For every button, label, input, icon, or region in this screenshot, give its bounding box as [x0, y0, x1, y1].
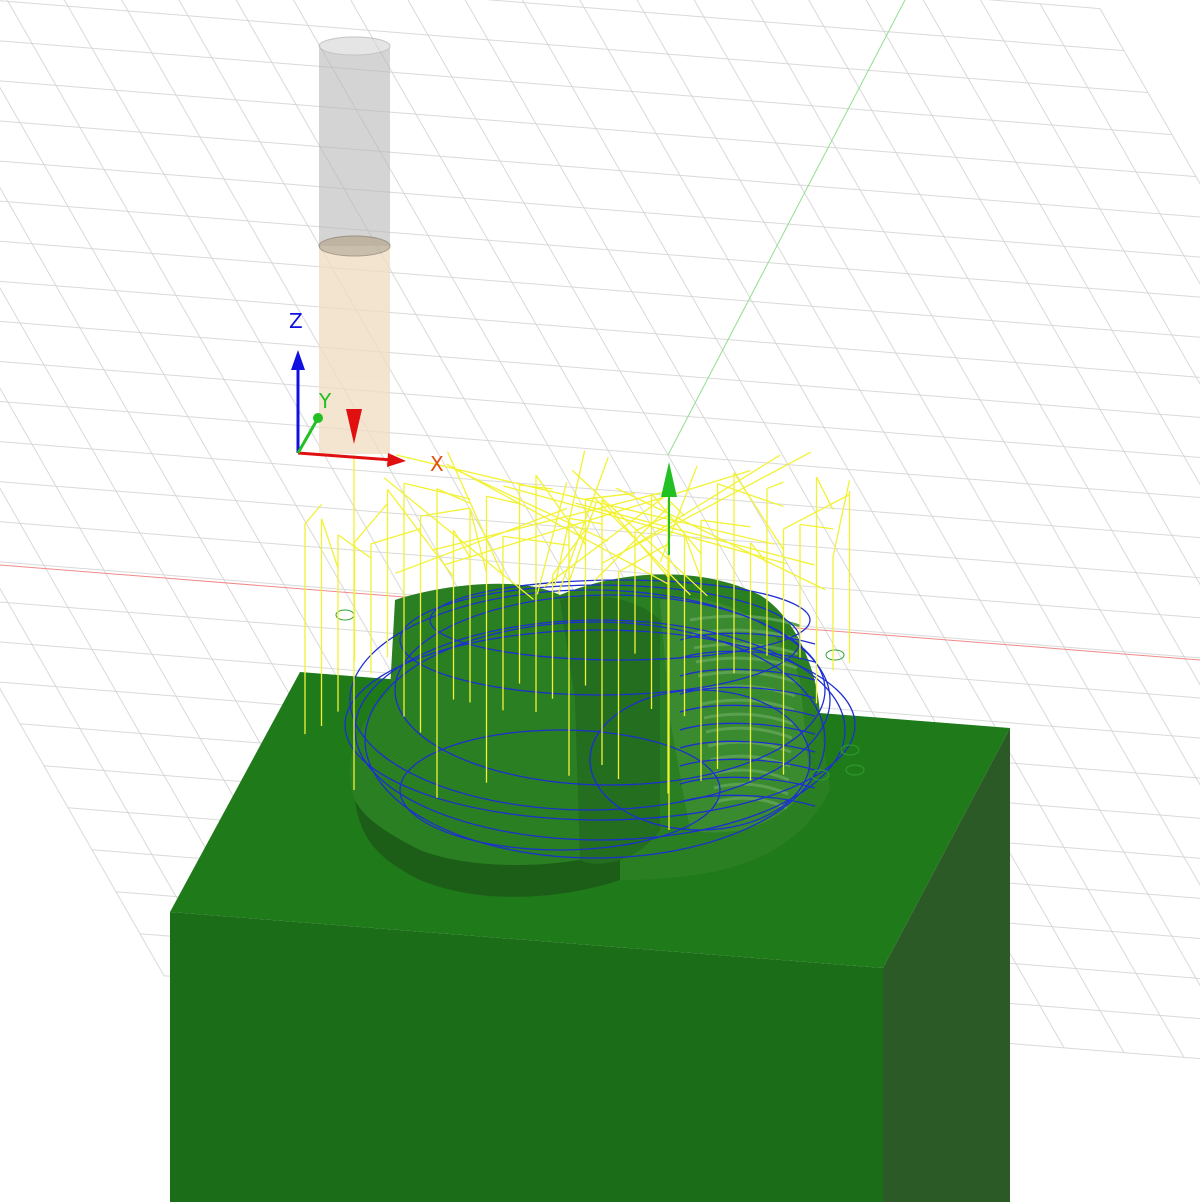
triad-z-label: Z	[289, 309, 303, 333]
triad-y-label: Y	[318, 389, 332, 413]
triad-x-label: X	[430, 452, 444, 476]
cam-3d-viewport[interactable]: Z Y X	[0, 0, 1200, 1202]
triad-y-arrow-icon	[313, 413, 323, 423]
tool-holder	[318, 36, 391, 246]
